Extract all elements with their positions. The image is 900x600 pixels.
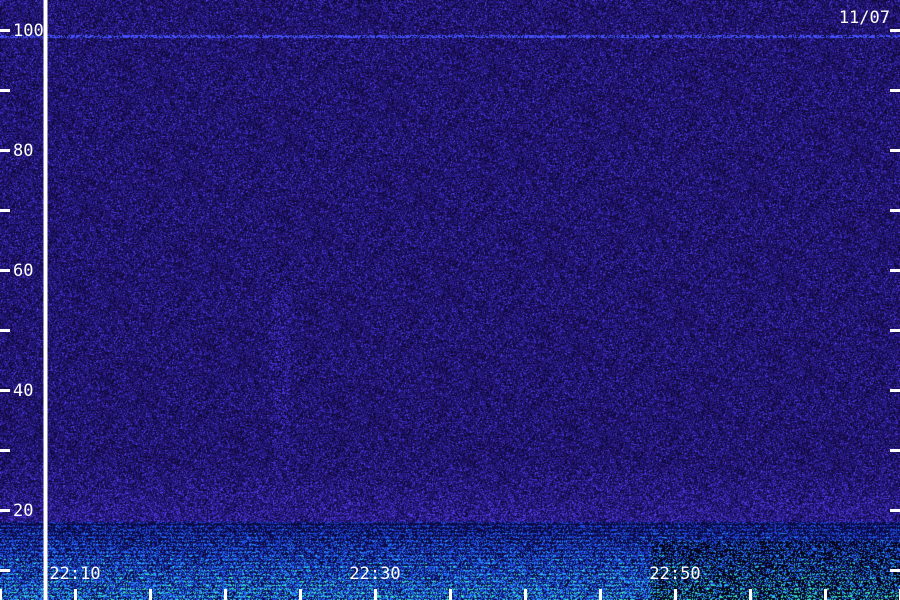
y-tick-right — [890, 149, 900, 152]
x-tick-label: 22:10 — [49, 564, 100, 584]
x-axis-labels: 22:10 22:30 22:50 — [49, 564, 700, 584]
y-tick-right — [890, 449, 900, 452]
y-tick-left — [0, 209, 10, 212]
y-tick-right — [890, 29, 900, 32]
x-tick — [299, 589, 302, 600]
y-tick-label: 20 — [13, 501, 33, 521]
x-axis-ticks — [0, 589, 900, 600]
x-tick — [749, 589, 752, 600]
x-tick — [674, 589, 677, 600]
y-axis-left-ticks — [0, 29, 10, 572]
x-tick — [74, 589, 77, 600]
x-tick — [524, 589, 527, 600]
y-axis-right-ticks — [890, 29, 900, 572]
y-tick-right — [890, 509, 900, 512]
y-tick-right — [890, 209, 900, 212]
x-tick-label: 22:50 — [649, 564, 700, 584]
y-tick-left — [0, 29, 10, 32]
y-tick-right — [890, 329, 900, 332]
x-tick — [149, 589, 152, 600]
x-tick — [374, 589, 377, 600]
y-tick-label: 80 — [13, 141, 33, 161]
y-tick-left — [0, 449, 10, 452]
y-tick-left — [0, 389, 10, 392]
y-tick-left — [0, 329, 10, 332]
y-tick-left — [0, 569, 10, 572]
x-tick — [824, 589, 827, 600]
y-axis-labels: 20 40 60 80 100 — [13, 21, 44, 521]
x-tick — [0, 589, 2, 600]
y-tick-left — [0, 89, 10, 92]
x-tick — [449, 589, 452, 600]
x-tick-label: 22:30 — [349, 564, 400, 584]
x-tick — [599, 589, 602, 600]
date-label: 11/07 — [839, 8, 890, 28]
y-tick-label: 40 — [13, 381, 33, 401]
y-tick-right — [890, 269, 900, 272]
y-tick-right — [890, 389, 900, 392]
spectrogram-overlay: 20 40 60 80 100 22:10 22:30 22:50 11/07 — [0, 0, 900, 600]
y-tick-label: 100 — [13, 21, 44, 41]
y-tick-right — [890, 569, 900, 572]
x-tick — [224, 589, 227, 600]
y-tick-left — [0, 509, 10, 512]
y-tick-right — [890, 89, 900, 92]
y-tick-label: 60 — [13, 261, 33, 281]
y-tick-left — [0, 149, 10, 152]
y-tick-left — [0, 269, 10, 272]
